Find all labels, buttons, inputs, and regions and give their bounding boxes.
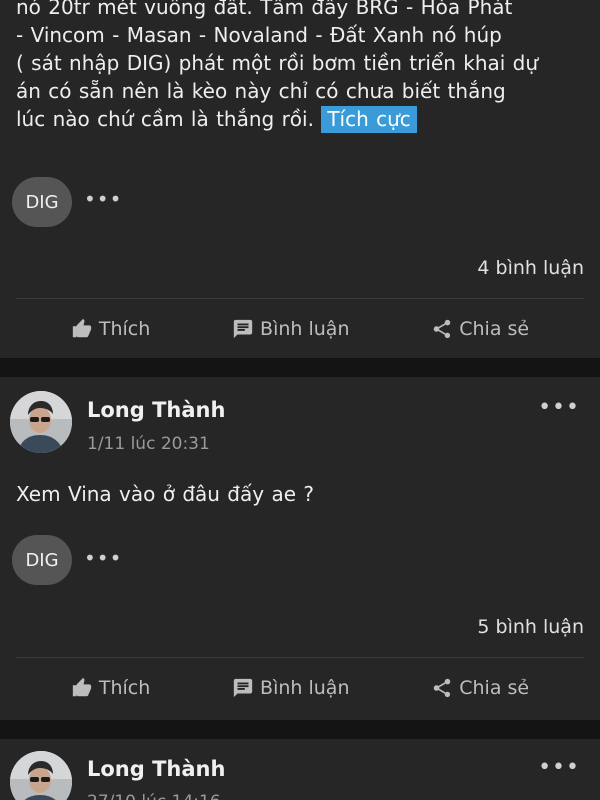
more-horizontal-icon[interactable]: ••• [84,548,122,568]
post-card: Long Thành 27/10 lúc 14:16 ••• [0,739,600,800]
share-label: Chia sẻ [459,318,530,340]
post-text-line: - Vincom - Masan - Novaland - Đất Xanh n… [16,23,502,47]
comment-count[interactable]: 5 bình luận [477,616,584,638]
post-text-line: nó 20tr mét vuông đất. Tầm đấy BRG - Hòa… [16,0,513,19]
post-text-line: lúc nào chứ cầm là thắng rồi. Tích cực [16,105,584,133]
comment-button[interactable]: Bình luận [232,677,350,699]
post-timestamp: 1/11 lúc 20:31 [87,434,210,454]
post-content: nó 20tr mét vuông đất. Tầm đấy BRG - Hòa… [16,0,584,133]
comment-icon [233,678,253,698]
share-button[interactable]: Chia sẻ [431,318,529,340]
avatar-image [10,391,72,453]
post-timestamp: 27/10 lúc 14:16 [87,792,221,800]
post-card: Long Thành 1/11 lúc 20:31 ••• Xem Vina v… [0,377,600,720]
thumbs-up-icon [72,318,92,338]
post-content: Xem Vina vào ở đâu đấy ae ? [16,482,314,506]
more-horizontal-icon[interactable]: ••• [538,397,580,419]
avatar[interactable] [10,391,72,453]
avatar-image [10,751,72,800]
action-bar: Thích Bình luận Chia sẻ [0,309,600,349]
like-button[interactable]: Thích [71,318,150,340]
stock-tag-chip[interactable]: DIG [12,177,72,227]
author-name[interactable]: Long Thành [87,757,225,781]
like-label: Thích [98,677,151,699]
more-horizontal-icon[interactable]: ••• [538,757,580,779]
share-label: Chia sẻ [459,677,530,699]
sentiment-badge: Tích cực [321,106,417,133]
comment-icon [233,319,253,339]
like-button[interactable]: Thích [71,677,150,699]
divider [16,298,584,299]
post-text-line: án có sẵn nên là kèo này chỉ có chưa biế… [16,79,506,103]
comment-button[interactable]: Bình luận [232,318,350,340]
share-icon [434,319,451,339]
like-label: Thích [98,318,151,340]
more-horizontal-icon[interactable]: ••• [84,189,122,209]
avatar[interactable] [10,751,72,800]
divider [16,657,584,658]
stock-tag-chip[interactable]: DIG [12,535,72,585]
post-card: nó 20tr mét vuông đất. Tầm đấy BRG - Hòa… [0,0,600,358]
comment-label: Bình luận [260,318,350,340]
share-button[interactable]: Chia sẻ [431,677,529,699]
post-text-line-end: lúc nào chứ cầm là thắng rồi. [16,107,314,131]
comment-label: Bình luận [260,677,350,699]
post-text-line: ( sát nhập DIG) phát một rồi bơm tiền tr… [16,51,539,75]
thumbs-up-icon [72,677,92,697]
comment-count[interactable]: 4 bình luận [477,257,584,279]
action-bar: Thích Bình luận Chia sẻ [0,668,600,708]
share-icon [434,678,451,698]
author-name[interactable]: Long Thành [87,398,225,422]
